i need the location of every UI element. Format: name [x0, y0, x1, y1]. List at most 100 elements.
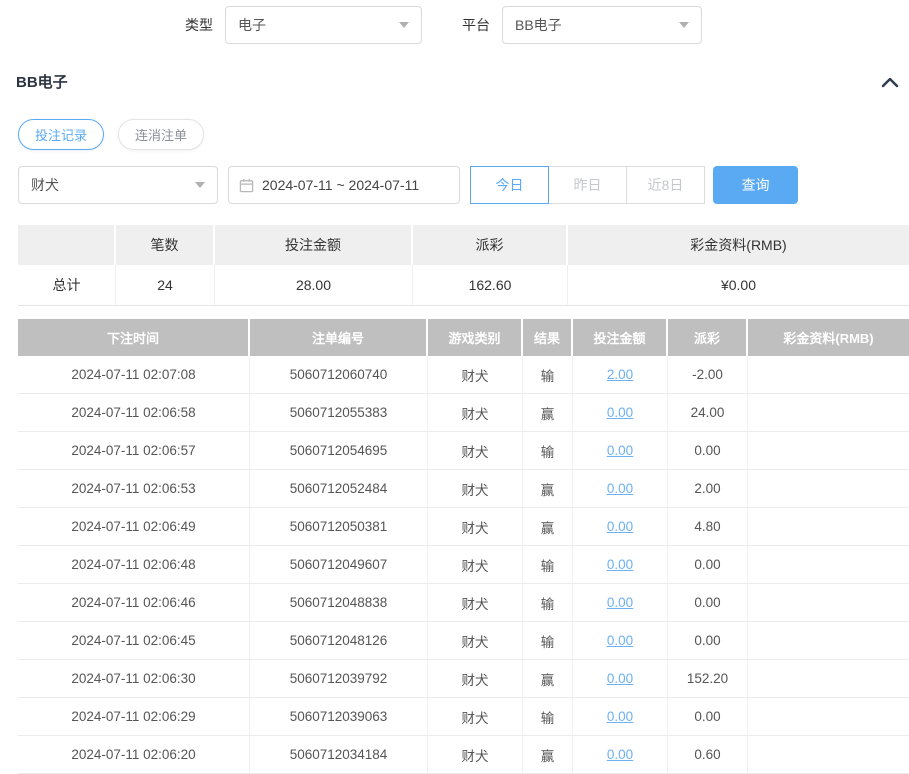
- bet-amount-link[interactable]: 0.00: [607, 481, 633, 496]
- table-row: 2024-07-11 02:06:585060712055383财犬赢0.002…: [18, 394, 909, 432]
- bonus-cell: [748, 622, 909, 660]
- bet-amount-link[interactable]: 0.00: [607, 557, 633, 572]
- order-number-cell: 5060712048838: [250, 584, 428, 622]
- game-select[interactable]: 财犬: [18, 166, 218, 204]
- payout-cell: 2.00: [668, 470, 748, 508]
- platform-label: 平台: [462, 15, 490, 35]
- date-range-input[interactable]: 2024-07-11 ~ 2024-07-11: [228, 166, 460, 204]
- type-label: 类型: [185, 15, 213, 35]
- bet-amount-link[interactable]: 0.00: [607, 671, 633, 686]
- game-category-cell: 财犬: [428, 508, 523, 546]
- summary-header-row: 笔数 投注金额 派彩 彩金资料(RMB): [18, 225, 909, 265]
- summary-total-bet: 28.00: [215, 265, 413, 306]
- tab-bar: 投注记录 连消注单: [18, 119, 909, 150]
- bet-time-cell: 2024-07-11 02:06:20: [18, 736, 250, 774]
- today-button[interactable]: 今日: [470, 166, 549, 204]
- table-row: 2024-07-11 02:06:495060712050381财犬赢0.004…: [18, 508, 909, 546]
- table-row: 2024-07-11 02:06:535060712052484财犬赢0.002…: [18, 470, 909, 508]
- game-category-cell: 财犬: [428, 584, 523, 622]
- game-category-cell: 财犬: [428, 394, 523, 432]
- bet-amount-link[interactable]: 0.00: [607, 519, 633, 534]
- col-order-number: 注单编号: [250, 319, 428, 356]
- bet-amount-link[interactable]: 0.00: [607, 443, 633, 458]
- records-header-row: 下注时间 注单编号 游戏类别 结果 投注金额 派彩 彩金资料(RMB): [18, 319, 909, 356]
- date-range-value: 2024-07-11 ~ 2024-07-11: [262, 177, 419, 193]
- result-cell: 赢: [523, 660, 573, 698]
- last8days-button-label: 近8日: [648, 175, 684, 195]
- bet-amount-link[interactable]: 0.00: [607, 709, 633, 724]
- bet-amount-link[interactable]: 2.00: [607, 367, 633, 382]
- table-row: 2024-07-11 02:06:455060712048126财犬输0.000…: [18, 622, 909, 660]
- tab-cancelled-orders[interactable]: 连消注单: [118, 119, 204, 150]
- summary-total-row: 总计 24 28.00 162.60 ¥0.00: [18, 265, 909, 306]
- summary-total-count: 24: [116, 265, 215, 306]
- type-select[interactable]: 电子: [225, 6, 422, 44]
- filter-bar: 财犬 2024-07-11 ~ 2024-07-11 今日 昨日 近8日 查询: [18, 166, 909, 204]
- order-number-cell: 5060712039792: [250, 660, 428, 698]
- summary-col-count: 笔数: [116, 225, 215, 265]
- result-cell: 输: [523, 584, 573, 622]
- result-cell: 输: [523, 432, 573, 470]
- col-result: 结果: [523, 319, 573, 356]
- payout-cell: 0.00: [668, 546, 748, 584]
- summary-total-bonus: ¥0.00: [568, 265, 909, 306]
- bet-amount-link[interactable]: 0.00: [607, 405, 633, 420]
- bet-time-cell: 2024-07-11 02:06:46: [18, 584, 250, 622]
- tab-bet-records[interactable]: 投注记录: [18, 119, 104, 150]
- today-button-label: 今日: [496, 175, 524, 195]
- order-number-cell: 5060712050381: [250, 508, 428, 546]
- bet-time-cell: 2024-07-11 02:06:29: [18, 698, 250, 736]
- order-number-cell: 5060712060740: [250, 356, 428, 394]
- summary-col-bonus: 彩金资料(RMB): [568, 225, 909, 265]
- order-number-cell: 5060712049607: [250, 546, 428, 584]
- last8days-button[interactable]: 近8日: [626, 166, 705, 204]
- query-button[interactable]: 查询: [713, 166, 798, 204]
- bet-amount-cell: 0.00: [573, 470, 668, 508]
- yesterday-button[interactable]: 昨日: [548, 166, 627, 204]
- game-category-cell: 财犬: [428, 736, 523, 774]
- result-cell: 赢: [523, 470, 573, 508]
- table-row: 2024-07-11 02:06:575060712054695财犬输0.000…: [18, 432, 909, 470]
- bet-time-cell: 2024-07-11 02:06:58: [18, 394, 250, 432]
- bet-amount-cell: 0.00: [573, 394, 668, 432]
- col-bet-time: 下注时间: [18, 319, 250, 356]
- bet-amount-link[interactable]: 0.00: [607, 747, 633, 762]
- col-payout: 派彩: [668, 319, 748, 356]
- bet-amount-cell: 0.00: [573, 660, 668, 698]
- bonus-cell: [748, 356, 909, 394]
- payout-cell: 0.00: [668, 698, 748, 736]
- summary-total-label: 总计: [18, 265, 116, 306]
- game-category-cell: 财犬: [428, 622, 523, 660]
- result-cell: 赢: [523, 394, 573, 432]
- result-cell: 输: [523, 698, 573, 736]
- collapse-button[interactable]: [879, 74, 901, 90]
- bet-amount-link[interactable]: 0.00: [607, 633, 633, 648]
- col-game-category: 游戏类别: [428, 319, 523, 356]
- col-bet-amount: 投注金额: [573, 319, 668, 356]
- summary-col-empty: [18, 225, 116, 265]
- tab-cancelled-orders-label: 连消注单: [135, 125, 187, 144]
- game-category-cell: 财犬: [428, 356, 523, 394]
- top-filter-bar: 类型 电子 平台 BB电子: [185, 6, 909, 44]
- order-number-cell: 5060712034184: [250, 736, 428, 774]
- bet-time-cell: 2024-07-11 02:06:30: [18, 660, 250, 698]
- bonus-cell: [748, 546, 909, 584]
- summary-total-payout: 162.60: [413, 265, 568, 306]
- order-number-cell: 5060712048126: [250, 622, 428, 660]
- quick-range-group: 今日 昨日 近8日: [470, 166, 705, 204]
- order-number-cell: 5060712054695: [250, 432, 428, 470]
- game-category-cell: 财犬: [428, 698, 523, 736]
- platform-select[interactable]: BB电子: [502, 6, 702, 44]
- bet-time-cell: 2024-07-11 02:06:53: [18, 470, 250, 508]
- result-cell: 输: [523, 546, 573, 584]
- bet-amount-cell: 0.00: [573, 508, 668, 546]
- bet-amount-cell: 2.00: [573, 356, 668, 394]
- chevron-down-icon: [399, 22, 409, 28]
- bet-amount-link[interactable]: 0.00: [607, 595, 633, 610]
- table-row: 2024-07-11 02:06:465060712048838财犬输0.000…: [18, 584, 909, 622]
- game-category-cell: 财犬: [428, 660, 523, 698]
- payout-cell: 24.00: [668, 394, 748, 432]
- game-category-cell: 财犬: [428, 432, 523, 470]
- payout-cell: -2.00: [668, 356, 748, 394]
- bet-amount-cell: 0.00: [573, 698, 668, 736]
